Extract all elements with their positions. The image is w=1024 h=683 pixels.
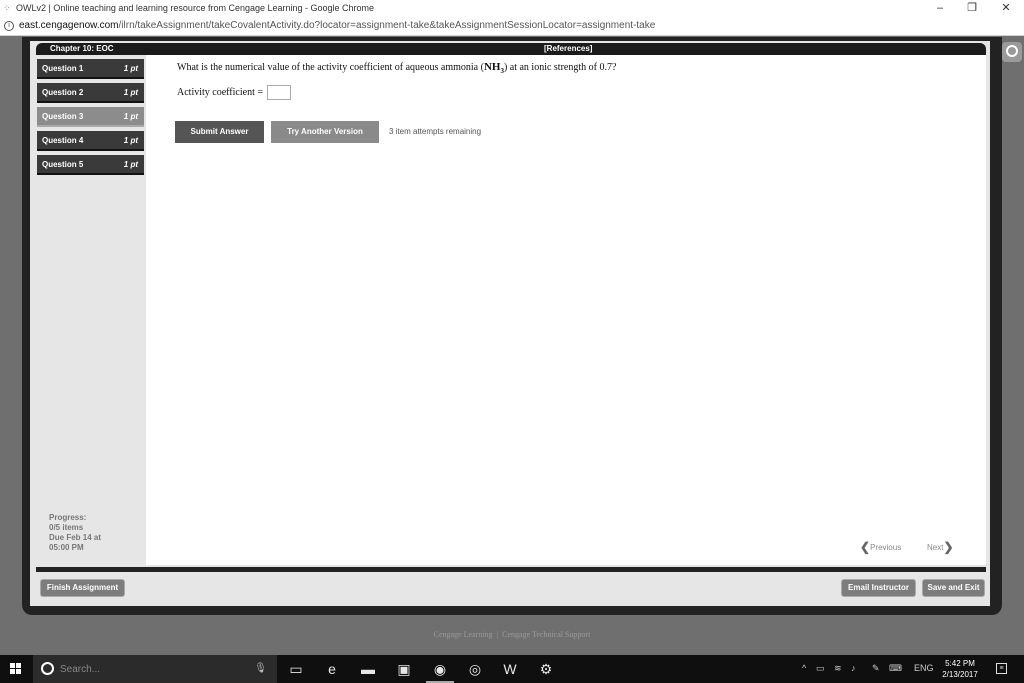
question-text-part: What is the numerical value of the activ… — [177, 62, 484, 73]
windows-taskbar: Search... 🎙 ▭ e ▬ ▣ ◉ ◎ W ⚙ ^ ▭ ≋ ♪ ✎ ⌨ … — [0, 655, 1024, 683]
bottom-action-bar: Finish Assignment Email Instructor Save … — [36, 572, 986, 604]
footer-support-link[interactable]: Cengage Technical Support — [502, 630, 590, 639]
chapter-title: Chapter 10: EOC — [50, 44, 114, 53]
answer-label: Activity coefficient = — [177, 86, 263, 98]
url-host: east.cengagenow.com — [19, 20, 119, 31]
question-panel: What is the numerical value of the activ… — [146, 55, 986, 565]
save-and-exit-button[interactable]: Save and Exit — [922, 579, 985, 597]
question-points: 1 pt — [123, 112, 138, 121]
pen-icon[interactable]: ✎ — [872, 663, 880, 674]
action-center-icon[interactable]: ≡ — [996, 663, 1007, 674]
clock-time: 5:42 PM — [945, 659, 975, 668]
question-label: Question 1 — [42, 64, 84, 73]
groove-music-icon[interactable]: ◎ — [465, 660, 485, 678]
question-label: Question 2 — [42, 88, 84, 97]
activity-coefficient-input[interactable] — [267, 85, 292, 100]
tray-chevron-up-icon[interactable]: ^ — [802, 663, 806, 673]
question-sidebar: Question 1 1 pt Question 2 1 pt Question… — [30, 55, 146, 565]
address-bar[interactable]: i east.cengagenow.com/ilrn/takeAssignmen… — [0, 17, 1024, 36]
references-link[interactable]: [References] — [544, 44, 592, 53]
submit-answer-button[interactable]: Submit Answer — [175, 121, 264, 143]
sidebar-question-2[interactable]: Question 2 1 pt — [37, 83, 144, 103]
restore-button[interactable]: ❐ — [962, 1, 982, 15]
due-date-line-2: 05:00 PM — [49, 543, 84, 552]
window-title: OWLv2 | Online teaching and learning res… — [16, 3, 375, 13]
chemical-formula: NH3 — [483, 61, 504, 75]
language-indicator[interactable]: ENG — [914, 663, 934, 673]
url-text[interactable]: east.cengagenow.com/ilrn/takeAssignment/… — [19, 20, 655, 31]
question-label: Question 3 — [42, 112, 84, 121]
progress-info: Progress: 0/5 items Due Feb 14 at 05:00 … — [49, 513, 101, 553]
help-icon — [1006, 45, 1018, 57]
sidebar-question-5[interactable]: Question 5 1 pt — [37, 155, 144, 175]
chevron-left-icon: ❮ — [860, 540, 871, 554]
question-points: 1 pt — [123, 88, 138, 97]
store-icon[interactable]: ▣ — [394, 660, 414, 678]
windows-start-icon[interactable] — [10, 663, 22, 675]
sidebar-question-1[interactable]: Question 1 1 pt — [37, 59, 144, 79]
question-points: 1 pt — [123, 64, 138, 73]
attempts-remaining: 3 item attempts remaining — [389, 127, 482, 136]
progress-label: Progress: — [49, 513, 87, 522]
task-view-icon[interactable]: ▭ — [286, 660, 306, 678]
cortana-icon — [41, 662, 54, 675]
chevron-right-icon: ❯ — [943, 540, 954, 554]
keyboard-icon[interactable]: ⌨ — [889, 663, 902, 674]
next-label: Next — [927, 543, 944, 552]
help-button[interactable] — [1002, 42, 1022, 62]
question-label: Question 5 — [42, 160, 84, 169]
answer-row: Activity coefficient = — [177, 85, 292, 100]
question-text: What is the numerical value of the activ… — [177, 61, 616, 75]
sidebar-question-4[interactable]: Question 4 1 pt — [37, 131, 144, 151]
site-info-icon[interactable]: i — [4, 21, 14, 31]
finish-assignment-button[interactable]: Finish Assignment — [40, 579, 125, 597]
footer-brand-link[interactable]: Cengage Learning — [434, 630, 493, 639]
chrome-icon[interactable]: ◉ — [426, 660, 454, 683]
due-date-line-1: Due Feb 14 at — [49, 533, 102, 542]
question-text-part: ) at an ionic strength of 0.7? — [503, 62, 617, 73]
minimize-button[interactable]: – — [930, 1, 950, 15]
question-points: 1 pt — [123, 136, 138, 145]
email-instructor-button[interactable]: Email Instructor — [841, 579, 916, 597]
footer-separator: | — [496, 630, 499, 639]
microphone-icon[interactable]: 🎙 — [254, 663, 267, 674]
page-footer: Cengage Learning | Cengage Technical Suppo… — [0, 630, 1024, 639]
taskbar-search-box[interactable]: Search... 🎙 — [33, 655, 277, 683]
settings-gear-icon[interactable]: ⚙ — [536, 660, 556, 678]
previous-label: Previous — [870, 543, 902, 552]
word-icon[interactable]: W — [500, 660, 520, 678]
question-label: Question 4 — [42, 136, 84, 145]
question-points: 1 pt — [123, 160, 138, 169]
close-button[interactable]: ✕ — [996, 1, 1016, 15]
formula-main: NH — [483, 61, 501, 73]
loading-favicon-icon: ⁘ — [3, 3, 11, 13]
url-path: /ilrn/takeAssignment/takeCovalentActivit… — [118, 20, 656, 31]
taskbar-search-placeholder: Search... — [60, 664, 101, 675]
clock-date: 2/13/2017 — [942, 670, 978, 679]
sidebar-question-3[interactable]: Question 3 1 pt — [37, 107, 144, 127]
battery-icon[interactable]: ▭ — [816, 663, 825, 674]
file-explorer-icon[interactable]: ▬ — [358, 660, 378, 678]
try-another-version-button[interactable]: Try Another Version — [271, 121, 379, 143]
progress-value: 0/5 items — [49, 523, 84, 532]
browser-title-bar: ⁘ OWLv2 | Online teaching and learning r… — [0, 0, 1024, 17]
next-button[interactable]: Next❯ — [927, 540, 954, 554]
taskbar-clock[interactable]: 5:42 PM 2/13/2017 — [936, 658, 984, 680]
edge-browser-icon[interactable]: e — [322, 660, 342, 678]
previous-button[interactable]: ❮Previous — [860, 540, 901, 554]
assignment-header: Chapter 10: EOC [References] — [36, 43, 986, 55]
volume-icon[interactable]: ♪ — [851, 663, 856, 673]
wifi-icon[interactable]: ≋ — [834, 663, 842, 674]
